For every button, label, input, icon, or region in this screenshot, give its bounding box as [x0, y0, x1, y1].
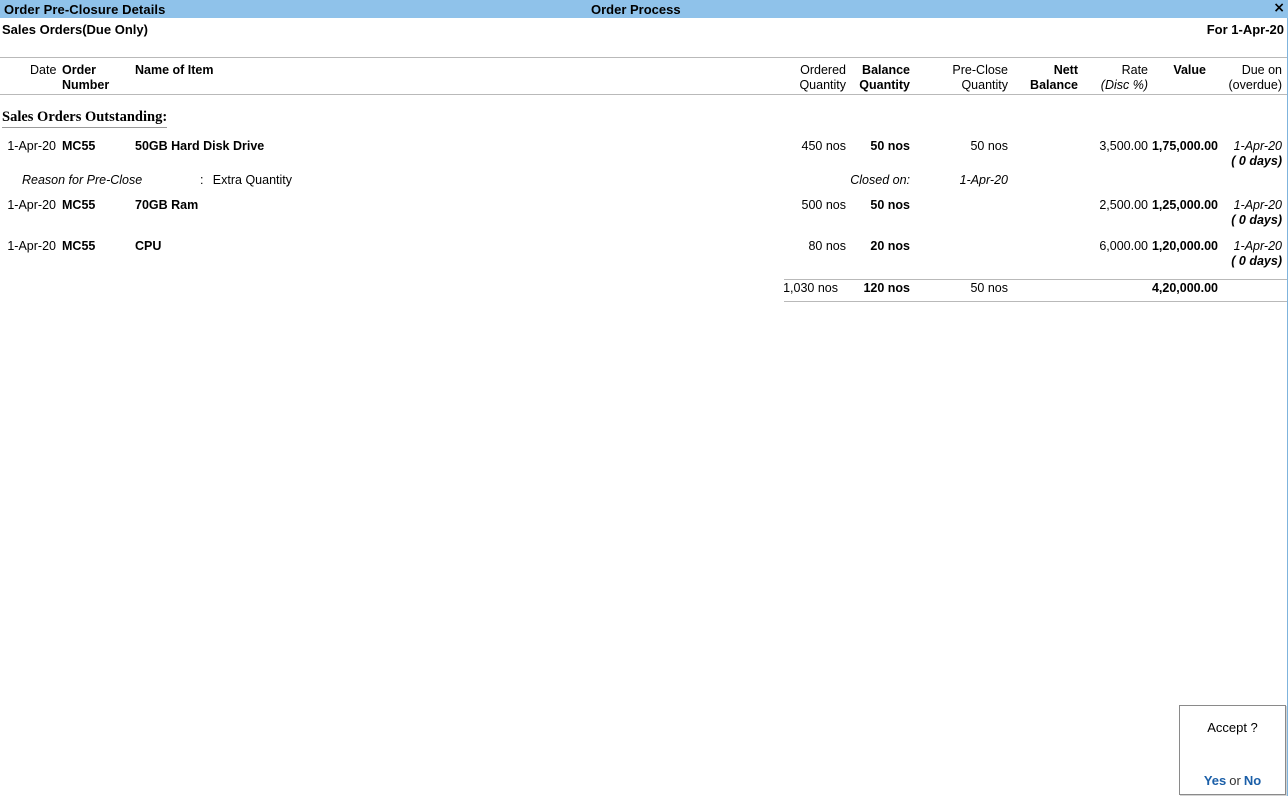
close-icon[interactable]: × [1273, 0, 1285, 17]
accept-actions: Yes or No [1180, 773, 1285, 788]
column-header-nett-balance: Nett [1053, 63, 1078, 77]
column-header-rate: Rate [1121, 63, 1148, 77]
column-header-balance-quantity: Balance [862, 63, 910, 77]
window-title: Order Pre-Closure Details [4, 1, 166, 17]
window-title-bar: Order Pre-Closure Details Order Process … [0, 0, 1288, 18]
reason-for-preclose-label: Reason for Pre-Close [22, 173, 143, 187]
or-label: or [1229, 773, 1241, 788]
cell-ordered-qty: 80 nos [808, 239, 846, 253]
closed-on-value: 1-Apr-20 [959, 173, 1008, 187]
yes-button[interactable]: Yes [1204, 773, 1226, 788]
header-top-rule [0, 57, 1288, 58]
cell-ordered-qty: 500 nos [801, 198, 846, 212]
column-header-order-number: Order [62, 63, 97, 77]
column-header-ordered-quantity-line2: Quantity [799, 78, 846, 92]
cell-order-number: MC55 [62, 239, 96, 253]
column-header-ordered-quantity: Ordered [800, 63, 846, 77]
window-center-title: Order Process [591, 1, 681, 17]
cell-date: 1-Apr-20 [7, 198, 56, 212]
report-header: Sales Orders(Due Only) For 1-Apr-20 [0, 19, 1288, 41]
closed-on-label: Closed on: [850, 173, 910, 187]
cell-due-on: 1-Apr-20 [1233, 198, 1282, 212]
no-button[interactable]: No [1244, 773, 1261, 788]
cell-item-name: 50GB Hard Disk Drive [135, 139, 265, 153]
column-header-date: Date [30, 63, 57, 77]
cell-order-number: MC55 [62, 198, 96, 212]
report-period: For 1-Apr-20 [1206, 22, 1284, 37]
cell-due-on: 1-Apr-20 [1233, 139, 1282, 153]
accept-prompt: Accept ? [1207, 720, 1258, 735]
cell-date: 1-Apr-20 [7, 139, 56, 153]
column-header-order-number-line2: Number [62, 78, 110, 92]
accept-dialog: Accept ? Yes or No [1179, 705, 1286, 795]
cell-overdue: ( 0 days) [1231, 154, 1282, 168]
column-header-preclose-quantity: Pre-Close [952, 63, 1008, 77]
cell-overdue: ( 0 days) [1231, 213, 1282, 227]
column-header-due-on: Due on [1241, 63, 1282, 77]
cell-ordered-qty: 450 nos [801, 139, 846, 153]
group-title: Sales Orders Outstanding: [2, 109, 168, 128]
cell-due-on: 1-Apr-20 [1233, 239, 1282, 253]
column-header-rate-disc: (Disc %) [1100, 78, 1148, 92]
column-header-preclose-quantity-line2: Quantity [961, 78, 1008, 92]
column-header-overdue: (overdue) [1228, 78, 1283, 92]
totals-top-rule [784, 279, 1288, 280]
report-name: Sales Orders(Due Only) [2, 22, 148, 37]
table-column-headers: Date Order Number Name of Item Ordered Q… [0, 59, 1288, 93]
cell-item-name: 70GB Ram [135, 198, 199, 212]
column-header-name-of-item: Name of Item [135, 63, 214, 77]
cell-item-name: CPU [135, 239, 162, 253]
column-header-value: Value [1173, 63, 1206, 77]
total-value: 4,20,000.00 [1151, 281, 1218, 295]
cell-preclose-qty: 50 nos [970, 139, 1008, 153]
column-header-nett-balance-line2: Balance [1030, 78, 1078, 92]
cell-order-number: MC55 [62, 139, 96, 153]
cell-balance-qty: 50 nos [870, 139, 910, 153]
cell-balance-qty: 50 nos [870, 198, 910, 212]
total-ordered-qty: 1,030 nos [783, 281, 838, 295]
reason-for-preclose-value: Extra Quantity [212, 173, 292, 187]
header-bottom-rule [0, 94, 1288, 95]
cell-balance-qty: 20 nos [870, 239, 910, 253]
column-header-balance-quantity-line2: Quantity [859, 78, 910, 92]
total-preclose-qty: 50 nos [970, 281, 1008, 295]
total-balance-qty: 120 nos [863, 281, 910, 295]
cell-date: 1-Apr-20 [7, 239, 56, 253]
cell-overdue: ( 0 days) [1231, 254, 1282, 268]
totals-bottom-rule [784, 301, 1288, 302]
